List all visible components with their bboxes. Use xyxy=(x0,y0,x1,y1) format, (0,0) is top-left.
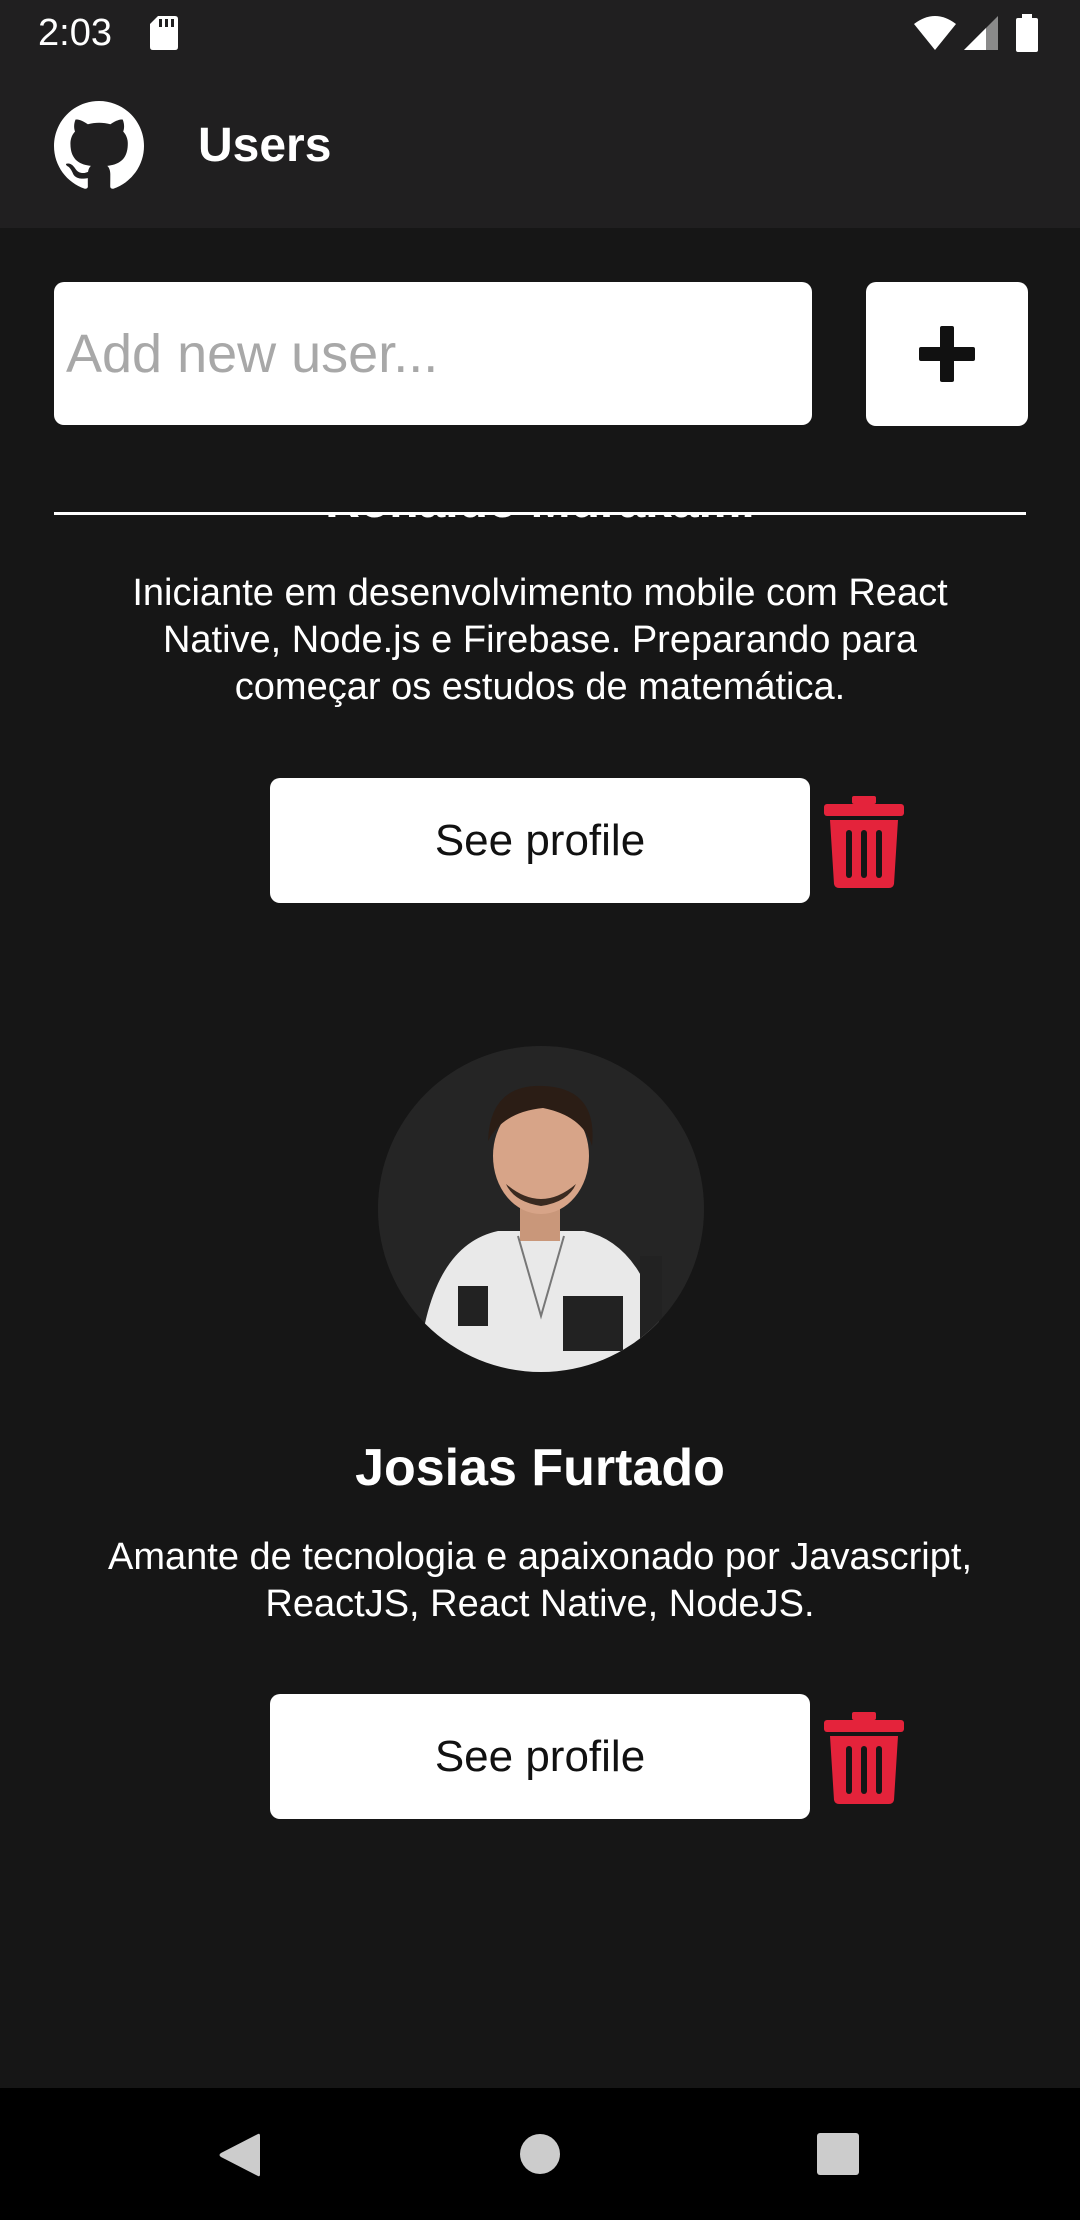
user-bio: Amante de tecnologia e apaixonado por Ja… xyxy=(108,1536,972,1625)
navigation-bar xyxy=(0,2088,1080,2220)
see-profile-button[interactable]: See profile xyxy=(270,1694,810,1819)
user-name: Josias Furtado xyxy=(355,1439,725,1497)
avatar-photo xyxy=(378,1046,704,1372)
github-icon xyxy=(54,101,144,189)
user-list[interactable]: Ronaldo Murakami Iniciante em desenvolvi… xyxy=(0,512,1080,2088)
user-bio: Iniciante em desenvolvimento mobile com … xyxy=(132,572,948,708)
see-profile-button[interactable]: See profile xyxy=(270,778,810,903)
plus-icon xyxy=(919,326,975,382)
new-user-input[interactable] xyxy=(54,282,812,425)
users-screen: 2:03 Users Add new user... Iniciante em … xyxy=(0,0,1080,2220)
status-time: 2:03 xyxy=(38,12,112,54)
user-name: Ronaldo Murakami xyxy=(0,512,1080,532)
page-title: Users xyxy=(198,119,332,172)
recent-apps-icon[interactable] xyxy=(817,2133,859,2175)
list-divider xyxy=(54,512,1026,515)
battery-icon xyxy=(1016,14,1038,52)
wifi-icon xyxy=(914,16,956,50)
add-user-button[interactable] xyxy=(866,282,1028,426)
back-icon[interactable] xyxy=(218,2132,260,2178)
trash-icon[interactable] xyxy=(824,1712,904,1804)
avatar xyxy=(378,1046,704,1372)
trash-icon[interactable] xyxy=(824,796,904,888)
status-bar: 2:03 xyxy=(0,0,1080,66)
sd-card-icon xyxy=(150,16,178,50)
home-icon[interactable] xyxy=(519,2133,561,2175)
app-bar: Users xyxy=(0,66,1080,228)
cell-signal-icon xyxy=(964,16,998,50)
